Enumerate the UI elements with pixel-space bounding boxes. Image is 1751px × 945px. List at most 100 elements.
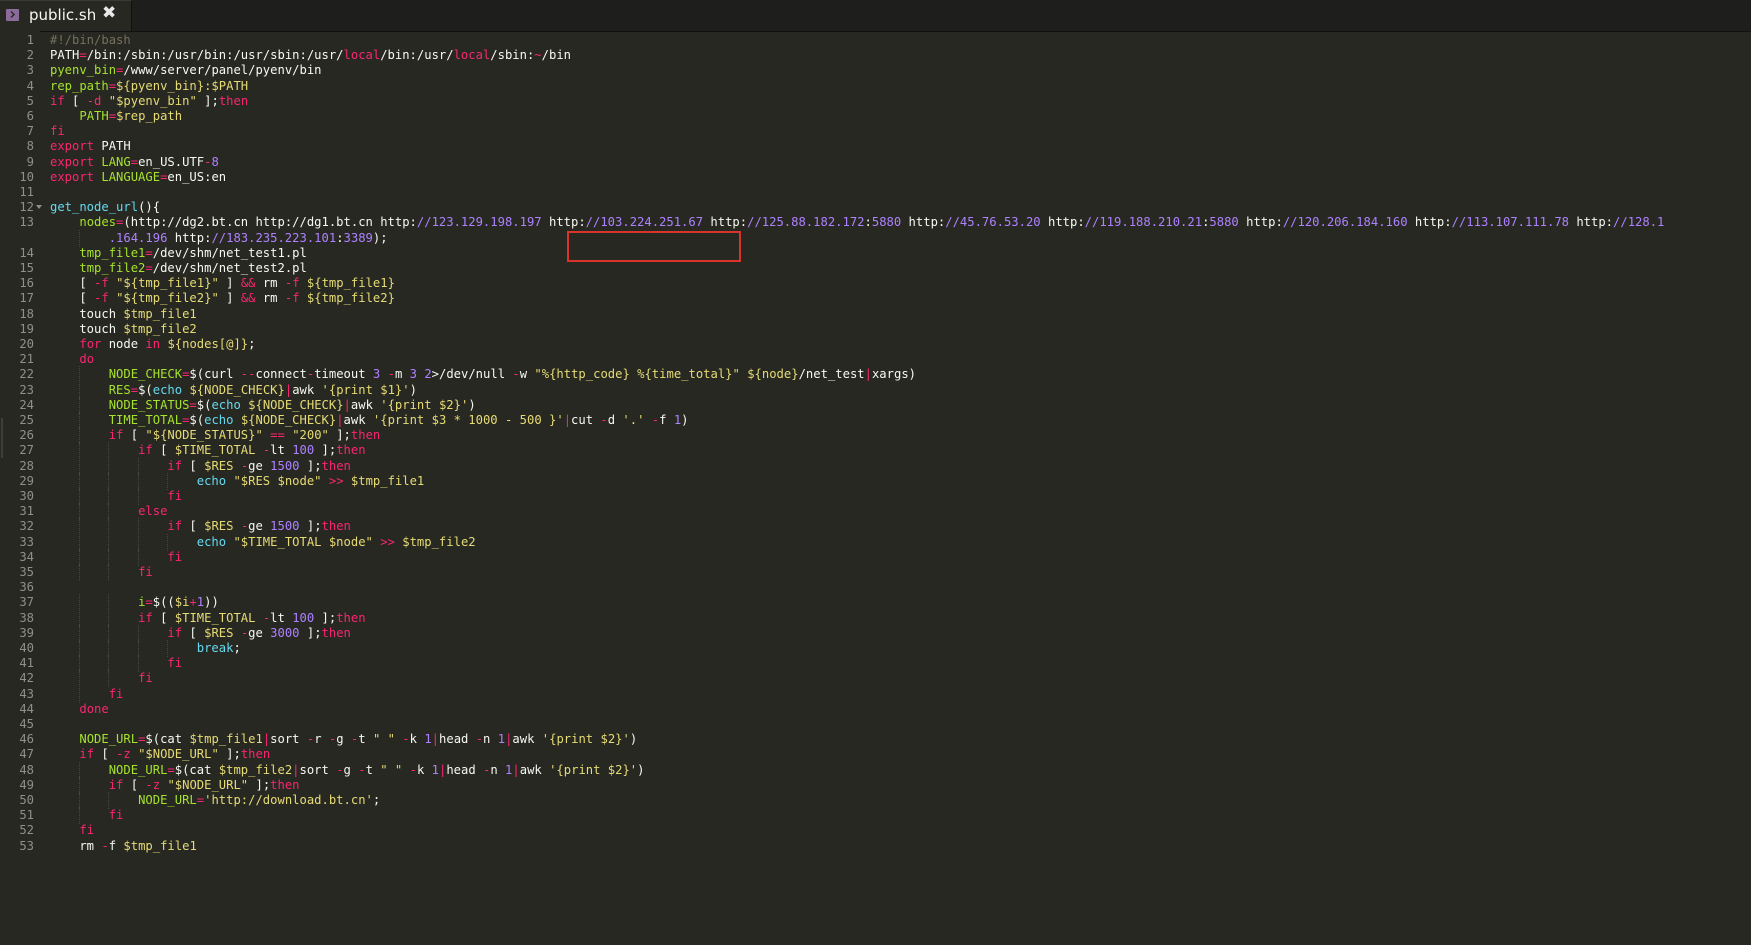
code-token: head <box>439 732 476 747</box>
code-token: connect <box>255 367 307 382</box>
code-token: "$pyenv_bin" <box>108 93 197 108</box>
code-token: /net_test <box>798 367 865 382</box>
code-token: done <box>79 701 109 716</box>
fold-arrow-icon[interactable] <box>36 205 42 210</box>
code-token: $RES <box>204 625 234 640</box>
code-token: node <box>101 337 146 351</box>
code-token: "$TIME_TOTAL $node" <box>233 534 373 549</box>
code-token: ]; <box>299 458 322 473</box>
code-token: ge <box>248 458 271 473</box>
code-token: ~ <box>534 48 542 63</box>
code-token: if <box>167 458 183 473</box>
code-token: '.' <box>622 413 645 427</box>
code-token: $TIME_TOTAL <box>174 443 256 458</box>
tab-public-sh[interactable]: public.sh ✖ <box>0 0 132 31</box>
code-token: "200" <box>292 428 329 443</box>
code-token: 100 <box>292 610 315 625</box>
code-token: '{print $3 * 1000 - 500 }' <box>372 413 564 427</box>
code-token: export <box>50 169 95 184</box>
code-token: then <box>270 777 300 792</box>
code-token: 2 <box>424 367 432 382</box>
code-token: 5880 <box>871 215 902 230</box>
code-token: ; <box>233 641 241 655</box>
code-token: http: <box>901 215 946 230</box>
code-token: = <box>145 261 153 275</box>
code-token: = <box>167 762 175 777</box>
code-token: local <box>343 48 381 63</box>
code-token: //125.88.182.172 <box>747 215 865 230</box>
code-token: - <box>387 367 395 382</box>
code-token: http: <box>703 215 748 230</box>
terminal-icon <box>6 9 19 21</box>
code-token: "${tmp_file1}" <box>116 276 219 291</box>
code-token: && <box>240 291 256 306</box>
code-token: //120.206.184.160 <box>1282 215 1408 230</box>
code-token: $RES <box>204 519 234 534</box>
code-token: ); <box>372 230 388 245</box>
code-token: ge <box>248 625 271 640</box>
code-token: lt <box>270 610 293 625</box>
code-token: = <box>108 78 117 93</box>
code-token: if <box>138 610 153 625</box>
code-token: 100 <box>292 443 315 458</box>
code-token: /bin:/sbin:/usr/bin:/usr/sbin:/usr/ <box>86 48 344 63</box>
code-token: en_US:en <box>167 169 227 184</box>
code-token: rm <box>255 291 285 306</box>
code-token: = <box>145 595 153 610</box>
code-token: | <box>292 762 300 777</box>
code-token: f <box>108 838 124 853</box>
code-token: PATH <box>50 48 80 63</box>
code-token: = <box>79 48 87 63</box>
code-token: fi <box>167 549 183 564</box>
code-text: rm -f $tmp_file1 <box>50 838 196 855</box>
code-token: -f <box>284 276 300 291</box>
code-line[interactable]: 53 rm -f $tmp_file1 <box>0 838 1751 855</box>
code-token: awk <box>292 382 322 397</box>
code-token: | <box>343 397 351 412</box>
code-token: awk <box>350 397 381 412</box>
close-icon[interactable]: ✖ <box>102 3 116 23</box>
code-token: then <box>240 747 271 762</box>
code-token: $(curl <box>189 367 241 382</box>
code-token: $tmp_file1 <box>350 473 425 488</box>
code-token: TIME_TOTAL <box>108 413 183 427</box>
code-token: = <box>189 397 197 412</box>
code-token: - <box>402 732 410 747</box>
code-token: ]; <box>328 428 351 443</box>
code-token: cut <box>571 413 601 427</box>
code-token: = <box>130 154 139 169</box>
code-token: ) <box>409 382 417 397</box>
code-token: tmp_file2 <box>79 261 146 275</box>
code-token: for <box>79 337 102 351</box>
code-token: NODE_CHECK <box>108 367 183 382</box>
code-token: $RES <box>204 458 234 473</box>
code-token: r <box>314 732 329 747</box>
code-token: echo <box>196 473 227 488</box>
code-token: = <box>196 793 205 807</box>
code-token: 5880 <box>1209 215 1239 230</box>
code-token: [ <box>182 625 205 640</box>
code-editor[interactable]: 1 #!/bin/bash 2 PATH=/bin:/sbin:/usr/bin:/u… <box>0 32 1751 945</box>
code-token: ${node} <box>747 367 799 382</box>
code-token: [ <box>50 276 95 291</box>
code-token: then <box>336 610 366 625</box>
code-token: $tmp_file2 <box>123 321 197 336</box>
code-token: 3389 <box>343 230 373 245</box>
